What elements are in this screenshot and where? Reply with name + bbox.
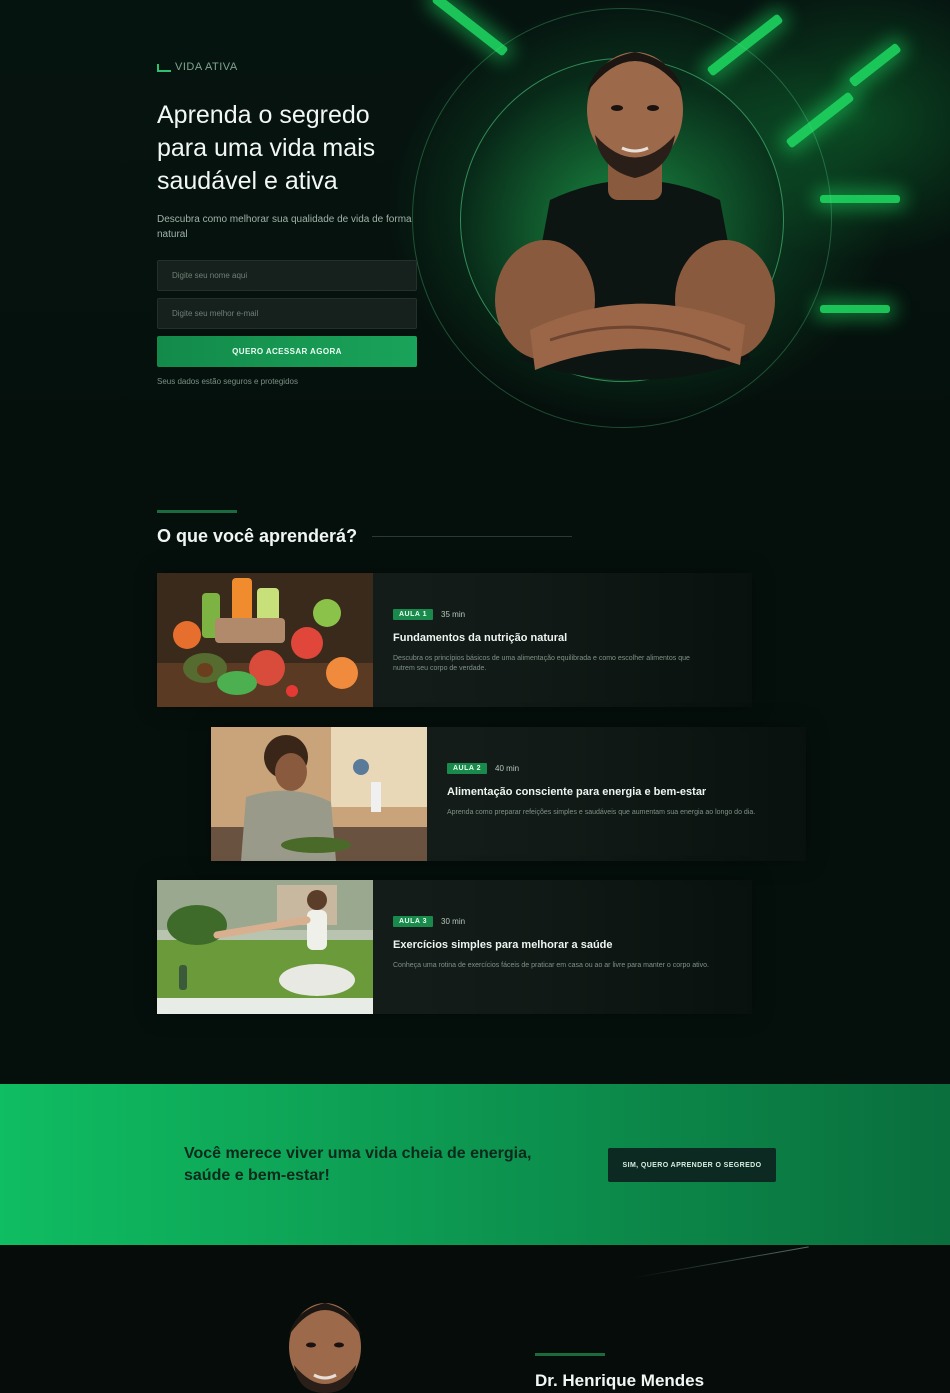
lesson-thumbnail [157,573,373,707]
lesson-meta: AULA 1 35 min [393,609,732,620]
lesson-title: Fundamentos da nutrição natural [393,632,568,644]
learn-section-title: O que você aprenderá? [157,526,358,546]
brand-name: VIDA ATIVA [175,61,238,73]
brand-logo[interactable]: VIDA ATIVA [157,61,238,73]
email-input[interactable] [157,298,417,329]
hero-subtitle: Descubra como melhorar sua qualidade de … [157,214,412,240]
lesson-card[interactable]: AULA 3 30 min Exercícios simples para me… [157,880,752,1014]
lesson-duration: 30 min [441,917,466,926]
green-light-beam [820,195,900,203]
lesson-badge: AULA 3 [393,916,434,927]
section-accent-bar [157,510,237,513]
lesson-badge: AULA 1 [393,609,434,620]
hero-section: VIDA ATIVA Aprenda o segredo para uma vi… [0,0,950,470]
section-accent-bar [535,1353,605,1356]
outdoor-exercise-image [157,880,373,1014]
lesson-title: Exercícios simples para melhorar a saúde [393,939,613,951]
instructor-name: Dr. Henrique Mendes [535,1371,705,1390]
green-light-beam [820,305,890,313]
lesson-description: Descubra os princípios básicos de uma al… [393,655,690,672]
section-divider [372,536,572,537]
cta-band-text: Você merece viver uma vida cheia de ener… [184,1145,532,1184]
woman-cooking-image [211,727,427,861]
lesson-card[interactable]: AULA 1 35 min Fundamentos da nutrição na… [157,573,752,707]
instructor-photo [270,1295,380,1393]
lesson-card[interactable]: AULA 2 40 min Alimentação consciente par… [211,727,806,861]
privacy-note: Seus dados estão seguros e protegidos [157,377,298,386]
learn-secret-button[interactable]: SIM, QUERO APRENDER O SEGREDO [608,1148,776,1182]
healthy-food-image [157,573,373,707]
access-now-button[interactable]: QUERO ACESSAR AGORA [157,336,417,367]
lesson-body: AULA 2 40 min Alimentação consciente par… [427,727,806,861]
logo-mark-icon [157,64,171,72]
lesson-meta: AULA 3 30 min [393,916,732,927]
instructor-portrait-image [289,1303,361,1393]
lesson-duration: 35 min [441,610,466,619]
lesson-body: AULA 1 35 min Fundamentos da nutrição na… [373,573,752,707]
lesson-title: Alimentação consciente para energia e be… [447,786,707,798]
lesson-description: Aprenda como preparar refeições simples … [447,809,756,816]
name-input[interactable] [157,260,417,291]
landing-page: VIDA ATIVA Aprenda o segredo para uma vi… [0,0,950,1393]
coach-photo [495,52,775,380]
green-light-beam [848,42,902,88]
instructor-section [0,1245,950,1393]
lesson-thumbnail [211,727,427,861]
lesson-badge: AULA 2 [447,763,488,774]
lesson-body: AULA 3 30 min Exercícios simples para me… [373,880,752,1014]
lesson-duration: 40 min [495,764,520,773]
lesson-thumbnail [157,880,373,1014]
lesson-description: Conheça uma rotina de exercícios fáceis … [393,962,709,969]
hero-title: Aprenda o segredo para uma vida mais sau… [157,101,376,195]
lesson-meta: AULA 2 40 min [447,763,786,774]
